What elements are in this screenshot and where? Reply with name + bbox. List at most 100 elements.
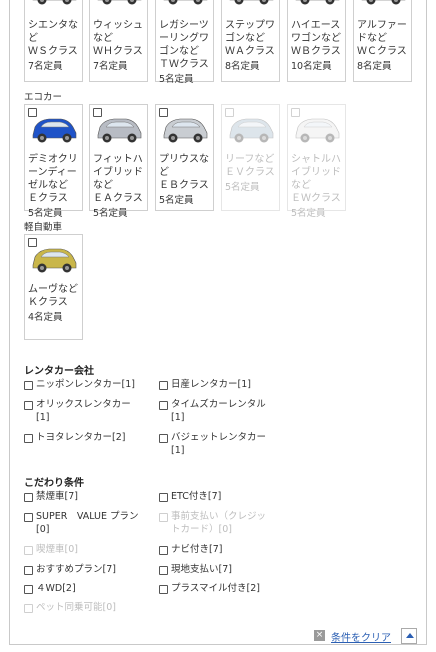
car-image <box>290 0 344 9</box>
rental-company-option[interactable]: タイムズカーレンタル [1] <box>159 398 266 424</box>
checkbox[interactable] <box>159 493 168 502</box>
car-image <box>158 0 212 9</box>
checkbox[interactable] <box>24 493 33 502</box>
checkbox <box>24 546 33 555</box>
rental-company-option[interactable]: ニッポンレンタカー[1] <box>24 378 135 391</box>
capacity-label: 10名定員 <box>291 61 332 72</box>
capacity-label: 4名定員 <box>28 312 63 323</box>
checkbox[interactable] <box>24 401 33 410</box>
checkbox[interactable] <box>159 585 168 594</box>
rental-company-option[interactable]: オリックスレンタカー [1] <box>24 398 131 424</box>
car-image <box>92 0 146 9</box>
car-image <box>27 111 81 147</box>
option-label: 日産レンタカー[1] <box>171 379 251 390</box>
condition-option[interactable]: プラスマイル付き[2] <box>159 582 260 595</box>
checkbox[interactable] <box>159 401 168 410</box>
checkbox[interactable] <box>24 513 33 522</box>
rental-company-option[interactable]: バジェットレンタカー [1] <box>159 431 266 457</box>
capacity-label: 5名定員 <box>291 208 326 219</box>
capacity-label: 7名定員 <box>28 61 63 72</box>
condition-option[interactable]: ナビ付き[7] <box>159 543 222 556</box>
condition-option: 喫煙車[0] <box>24 543 78 556</box>
car-class-name: ムーヴなど Ｋクラス <box>28 284 78 308</box>
car-class-name: プリウスな ど ＥＢクラス <box>159 154 209 191</box>
capacity-label: 5名定員 <box>159 195 194 206</box>
capacity-label: 8名定員 <box>225 61 260 72</box>
checkbox <box>24 604 33 613</box>
option-label: ペット同乗可能[0] <box>36 602 116 613</box>
condition-option[interactable]: ４WD[2] <box>24 582 76 595</box>
car-image <box>356 0 410 9</box>
option-label: オリックスレンタカー [1] <box>36 399 131 423</box>
car-class-card[interactable]: ウィッシュ など ＷＨクラス 7名定員 <box>89 0 148 82</box>
option-label: SUPER VALUE プラン [0] <box>36 511 139 535</box>
car-class-card[interactable]: フィットハ イブリッド など ＥＡクラス 5名定員 <box>89 104 148 219</box>
option-label: ETC付き[7] <box>171 491 222 502</box>
car-image <box>290 111 344 147</box>
car-class-card: リーフなど ＥＶクラス 5名定員 <box>221 104 280 211</box>
option-label: バジェットレンタカー [1] <box>171 432 267 456</box>
option-label: 喫煙車[0] <box>36 544 78 555</box>
capacity-label: 5名定員 <box>159 74 194 85</box>
car-class-card[interactable]: レガシーツ ーリングワ ゴンなど ＴＷクラス 5名定員 <box>155 0 214 85</box>
car-class-card[interactable]: ムーヴなど Ｋクラス 4名定員 <box>24 234 83 340</box>
car-class-card[interactable]: アルファー ドなど ＷＣクラス 8名定員 <box>353 0 412 82</box>
car-class-name: アルファー ドなど ＷＣクラス <box>357 20 407 57</box>
option-label: おすすめプラン[7] <box>36 564 116 575</box>
back-to-top-button[interactable] <box>401 628 417 644</box>
car-class-card[interactable]: シエンタな ど ＷＳクラス 7名定員 <box>24 0 83 82</box>
car-class-name: シャトルハ イブリッド など ＥＷクラス <box>291 154 341 204</box>
checkbox[interactable] <box>159 381 168 390</box>
car-class-card[interactable]: ステップワ ゴンなど ＷＡクラス 8名定員 <box>221 0 280 82</box>
checkbox[interactable] <box>24 566 33 575</box>
car-image <box>158 111 212 147</box>
condition-option[interactable]: おすすめプラン[7] <box>24 563 116 576</box>
clear-icon[interactable]: × <box>314 630 325 641</box>
rental-company-option[interactable]: 日産レンタカー[1] <box>159 378 251 391</box>
capacity-label: 5名定員 <box>28 208 63 219</box>
rental-company-option[interactable]: トヨタレンタカー[2] <box>24 431 125 444</box>
option-label: ナビ付き[7] <box>171 544 223 555</box>
checkbox[interactable] <box>159 434 168 443</box>
condition-option[interactable]: 禁煙車[7] <box>24 490 78 503</box>
option-label: プラスマイル付き[2] <box>171 583 260 594</box>
car-image <box>27 0 81 9</box>
car-class-card: シャトルハ イブリッド など ＥＷクラス 5名定員 <box>287 104 346 219</box>
rental-company-title: レンタカー会社 <box>24 366 94 377</box>
checkbox[interactable] <box>24 585 33 594</box>
car-class-card[interactable]: ハイエース ワゴンなど ＷＢクラス 10名定員 <box>287 0 346 82</box>
capacity-label: 8名定員 <box>357 61 392 72</box>
car-class-name: レガシーツ ーリングワ ゴンなど ＴＷクラス <box>159 20 209 70</box>
checkbox[interactable] <box>24 434 33 443</box>
condition-option[interactable]: 現地支払い[7] <box>159 563 232 576</box>
option-label: トヨタレンタカー[2] <box>36 432 126 443</box>
car-class-name: シエンタな ど ＷＳクラス <box>28 20 78 57</box>
condition-option[interactable]: ETC付き[7] <box>159 490 221 503</box>
condition-option: 事前支払い（クレジッ トカード）[0] <box>159 510 266 536</box>
car-image <box>224 111 278 147</box>
car-class-name: ハイエース ワゴンなど ＷＢクラス <box>291 20 341 57</box>
checkbox[interactable] <box>159 546 168 555</box>
car-class-name: リーフなど ＥＶクラス <box>225 154 275 178</box>
kei-category-label: 軽自動車 <box>24 222 63 233</box>
condition-option: ペット同乗可能[0] <box>24 601 116 614</box>
car-class-name: デミオクリ ーンディー ゼルなど Ｅクラス <box>28 154 78 204</box>
clear-conditions-link[interactable]: 条件をクリア <box>331 629 391 644</box>
car-class-card[interactable]: プリウスな ど ＥＢクラス 5名定員 <box>155 104 214 211</box>
conditions-title: こだわり条件 <box>24 478 84 489</box>
checkbox <box>159 513 168 522</box>
checkbox[interactable] <box>24 381 33 390</box>
car-image <box>92 111 146 147</box>
option-label: 事前支払い（クレジッ トカード）[0] <box>171 511 267 535</box>
capacity-label: 5名定員 <box>225 182 260 193</box>
option-label: 禁煙車[7] <box>36 491 78 502</box>
option-label: ４WD[2] <box>36 583 76 594</box>
option-label: 現地支払い[7] <box>171 564 232 575</box>
car-class-name: ステップワ ゴンなど ＷＡクラス <box>225 20 275 57</box>
car-class-card[interactable]: デミオクリ ーンディー ゼルなど Ｅクラス 5名定員 <box>24 104 83 219</box>
checkbox[interactable] <box>159 566 168 575</box>
eco-category-label: エコカー <box>24 92 63 103</box>
car-class-name: フィットハ イブリッド など ＥＡクラス <box>93 154 143 204</box>
condition-option[interactable]: SUPER VALUE プラン [0] <box>24 510 139 536</box>
capacity-label: 5名定員 <box>93 208 128 219</box>
